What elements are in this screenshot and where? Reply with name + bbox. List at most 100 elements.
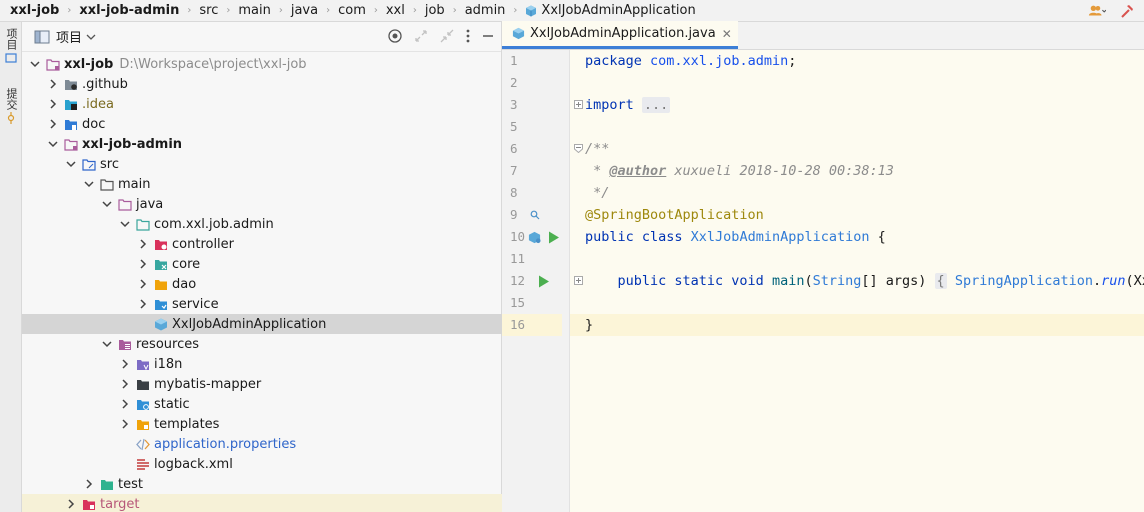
- tree-label: application.properties: [154, 436, 297, 452]
- minimize-panel-icon[interactable]: [481, 28, 495, 48]
- chevron-right-icon[interactable]: [136, 297, 150, 311]
- run-icon[interactable]: [538, 270, 550, 292]
- folded-imports[interactable]: ...: [641, 97, 671, 113]
- spring-boot-class-icon: [512, 27, 525, 40]
- find-usages-icon[interactable]: [530, 204, 540, 226]
- chevron-down-icon[interactable]: [100, 197, 114, 211]
- chevron-right-icon[interactable]: [118, 397, 132, 411]
- breadcrumb-item-com[interactable]: com: [338, 3, 366, 18]
- tree-item-test[interactable]: test: [22, 474, 502, 494]
- code-token: @author: [609, 163, 667, 179]
- chevron-down-icon[interactable]: [86, 33, 96, 41]
- folded-body[interactable]: {: [934, 273, 947, 289]
- tree-item-controller[interactable]: controller: [22, 234, 502, 254]
- tree-item-xxl-job-admin[interactable]: xxl-job-admin: [22, 134, 502, 154]
- breadcrumb-item-java[interactable]: java: [291, 3, 318, 18]
- tree-label: xxl-job-admin: [82, 136, 183, 152]
- breadcrumb-item-job[interactable]: job: [425, 3, 445, 18]
- breadcrumb-item-src[interactable]: src: [199, 3, 218, 18]
- tree-label: xxl-job: [64, 56, 114, 72]
- tree-label: XxlJobAdminApplication: [172, 316, 327, 332]
- breadcrumb-separator-icon: ›: [452, 5, 457, 16]
- tree-item-java[interactable]: java: [22, 194, 502, 214]
- tab-xxljobadminapplication[interactable]: XxlJobAdminApplication.java ✕: [502, 21, 738, 49]
- tree-item-doc[interactable]: doc: [22, 114, 502, 134]
- project-panel-title[interactable]: 项目: [56, 27, 82, 46]
- tree-label: java: [136, 196, 164, 212]
- tool-tab-project[interactable]: 项目: [2, 28, 20, 64]
- tree-item-idea[interactable]: .idea: [22, 94, 502, 114]
- tree-path: D:\Workspace\project\xxl-job: [119, 56, 307, 72]
- code-area[interactable]: package com.xxl.job.admin; import ... /*…: [570, 50, 1144, 512]
- tree-item-application-properties[interactable]: application.properties: [22, 434, 502, 454]
- tree-item-dao[interactable]: dao: [22, 274, 502, 294]
- chevron-right-icon[interactable]: [46, 77, 60, 91]
- spring-bean-icon[interactable]: [528, 226, 541, 248]
- tree-item-core[interactable]: core: [22, 254, 502, 274]
- breadcrumb-item-xxl[interactable]: xxl: [386, 3, 405, 18]
- tree-item-i18n[interactable]: i18n: [22, 354, 502, 374]
- source-folder-icon: [82, 158, 96, 171]
- collapse-all-icon[interactable]: [439, 28, 455, 48]
- fold-collapse-icon[interactable]: [574, 144, 583, 153]
- tree-item-static[interactable]: static: [22, 394, 502, 414]
- breadcrumb-item-admin[interactable]: admin: [465, 3, 506, 18]
- tree-item-src[interactable]: src: [22, 154, 502, 174]
- chevron-right-icon[interactable]: [46, 117, 60, 131]
- web-folder-icon: [137, 399, 149, 410]
- java-source-folder-icon: [118, 198, 132, 211]
- tree-item-resources[interactable]: resources: [22, 334, 502, 354]
- chevron-right-icon[interactable]: [136, 277, 150, 291]
- commit-icon: [7, 112, 15, 124]
- tree-item-main[interactable]: main: [22, 174, 502, 194]
- tree-item-templates[interactable]: templates: [22, 414, 502, 434]
- chevron-down-icon[interactable]: [118, 217, 132, 231]
- fold-expand-icon[interactable]: [574, 276, 583, 285]
- tool-tab-commit[interactable]: 提交: [2, 88, 20, 124]
- chevron-right-icon[interactable]: [118, 417, 132, 431]
- chevron-right-icon[interactable]: [118, 377, 132, 391]
- code-token: */: [585, 185, 610, 201]
- breadcrumb-item-class[interactable]: XxlJobAdminApplication: [525, 3, 696, 18]
- more-options-icon[interactable]: [465, 28, 471, 48]
- tree-item-mybatis-mapper[interactable]: mybatis-mapper: [22, 374, 502, 394]
- users-icon[interactable]: [1088, 2, 1106, 20]
- chevron-right-icon[interactable]: [118, 357, 132, 371]
- line-number: 3: [510, 97, 518, 112]
- chevron-down-icon[interactable]: [82, 177, 96, 191]
- breadcrumb-item-xxl-job[interactable]: xxl-job: [10, 3, 59, 18]
- i18n-folder-icon: [137, 359, 149, 370]
- tree-item-xxl-job[interactable]: xxl-job D:\Workspace\project\xxl-job: [22, 54, 502, 74]
- tree-item-service[interactable]: service: [22, 294, 502, 314]
- run-icon[interactable]: [548, 226, 560, 248]
- tree-item-github[interactable]: .github: [22, 74, 502, 94]
- locate-target-icon[interactable]: [387, 28, 403, 48]
- tree-item-main-class[interactable]: XxlJobAdminApplication: [22, 314, 502, 334]
- chevron-right-icon[interactable]: [136, 257, 150, 271]
- fold-expand-icon[interactable]: [574, 100, 583, 109]
- expand-all-icon[interactable]: [413, 28, 429, 48]
- hammer-icon[interactable]: [1118, 2, 1136, 20]
- chevron-down-icon[interactable]: [64, 157, 78, 171]
- folder-icon: [137, 379, 149, 390]
- excluded-folder-icon: [83, 499, 95, 510]
- breadcrumb-separator-icon: ›: [513, 5, 518, 16]
- breadcrumb-item-main[interactable]: main: [238, 3, 270, 18]
- line-number: 16: [502, 314, 562, 336]
- chevron-right-icon[interactable]: [82, 477, 96, 491]
- chevron-right-icon[interactable]: [64, 497, 78, 511]
- breadcrumb-item-xxl-job-admin[interactable]: xxl-job-admin: [79, 3, 179, 18]
- chevron-right-icon[interactable]: [136, 237, 150, 251]
- chevron-down-icon[interactable]: [46, 137, 60, 151]
- chevron-down-icon[interactable]: [28, 57, 42, 71]
- chevron-down-icon[interactable]: [100, 337, 114, 351]
- tree-item-target[interactable]: target: [22, 494, 502, 512]
- tree-item-logback-xml[interactable]: logback.xml: [22, 454, 502, 474]
- code-token: xuxueli 2018-10-28 00:38:13: [666, 163, 894, 179]
- line-number: 6: [510, 141, 518, 156]
- close-icon[interactable]: ✕: [722, 27, 732, 41]
- line-number: 11: [510, 251, 526, 266]
- tree-item-package[interactable]: com.xxl.job.admin: [22, 214, 502, 234]
- chevron-right-icon[interactable]: [46, 97, 60, 111]
